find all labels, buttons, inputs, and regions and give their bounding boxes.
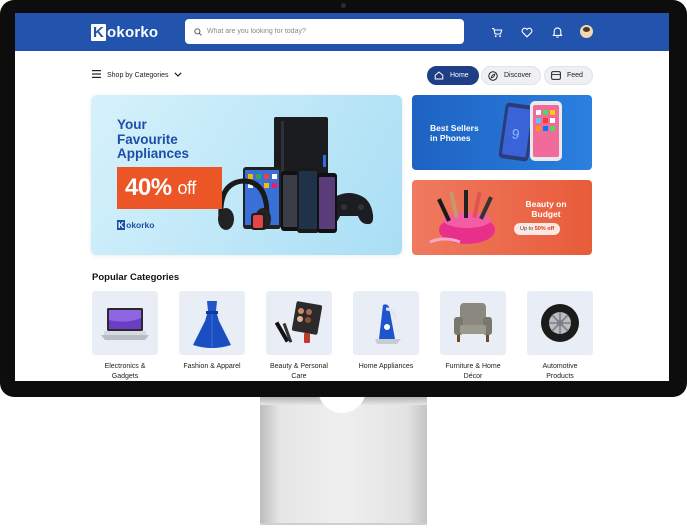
label-line-1: Beauty & Personal xyxy=(270,363,328,370)
search-icon xyxy=(194,23,202,41)
category-image xyxy=(353,291,419,355)
discount-value: 40% xyxy=(125,174,172,201)
category-label: Furniture & Home Décor xyxy=(440,362,506,381)
monitor-stand xyxy=(260,397,427,525)
sub-navigation-bar: Shop by Categories Home Discover Feed xyxy=(15,65,669,87)
cart-icon[interactable] xyxy=(490,25,504,39)
category-home-appliances[interactable]: Home Appliances xyxy=(353,291,419,372)
nav-discover-label: Discover xyxy=(504,72,532,79)
category-electronics[interactable]: Electronics & Gadgets xyxy=(92,291,158,381)
logo-k: K xyxy=(91,24,107,41)
feed-icon xyxy=(551,71,561,80)
category-label: Beauty & Personal Care xyxy=(266,362,332,381)
promo-card-beauty[interactable]: Beauty on Budget Up to 50% off xyxy=(412,180,592,255)
nav-feed-label: Feed xyxy=(567,72,583,79)
label-line-1: Home Appliances xyxy=(358,363,414,370)
category-image xyxy=(440,291,506,355)
heart-icon[interactable] xyxy=(520,25,534,39)
nav-feed[interactable]: Feed xyxy=(544,66,593,85)
menu-icon xyxy=(92,70,101,80)
hero-brand-logo: Kokorko xyxy=(117,220,154,230)
logo-text: okorko xyxy=(107,24,159,41)
promo-beauty-line-1: Beauty on xyxy=(525,199,567,209)
category-fashion[interactable]: Fashion & Apparel xyxy=(179,291,245,372)
nav-home[interactable]: Home xyxy=(427,66,479,85)
top-navigation-bar: Kokorko xyxy=(15,13,669,51)
discount-badge: 40% off xyxy=(117,167,222,209)
category-label: Automotive Products xyxy=(527,362,593,381)
hero-line-3: Appliances xyxy=(117,146,190,161)
brand-logo[interactable]: Kokorko xyxy=(91,24,158,41)
label-line-2: Care xyxy=(291,372,307,380)
chevron-down-icon xyxy=(174,71,183,79)
search-bar[interactable] xyxy=(185,19,464,44)
category-label: Fashion & Apparel xyxy=(179,362,245,372)
avatar[interactable] xyxy=(580,25,593,38)
compass-icon xyxy=(488,70,498,81)
promo-phones-line-1: Best Sellers xyxy=(430,123,479,133)
nav-discover[interactable]: Discover xyxy=(481,66,542,85)
category-label: Electronics & Gadgets xyxy=(92,362,158,381)
webcam xyxy=(341,3,346,8)
hero-logo-text: okorko xyxy=(126,220,155,230)
promo-beauty-line-2: Budget xyxy=(531,209,561,219)
hero-banner[interactable]: Your Favourite Appliances 40% off Kokorko xyxy=(91,95,402,255)
label-line-1: Automotive xyxy=(542,363,578,370)
category-image xyxy=(527,291,593,355)
promo-beauty-title: Beauty on Budget xyxy=(516,199,576,219)
label-line-2: Décor xyxy=(463,372,483,380)
popular-categories-title: Popular Categories xyxy=(92,272,180,283)
hero-logo-k: K xyxy=(117,220,126,230)
label-line-2: Gadgets xyxy=(111,372,139,380)
shop-by-categories-label: Shop by Categories xyxy=(107,71,169,79)
label-line-1: Fashion & Apparel xyxy=(183,363,241,370)
pill-value: 50% off xyxy=(534,226,555,232)
label-line-2: Products xyxy=(546,372,574,380)
label-line-1: Furniture & Home xyxy=(445,363,501,370)
monitor-bezel: Kokorko What are you looking for today? … xyxy=(0,0,687,397)
bell-icon[interactable] xyxy=(550,25,564,39)
promo-beauty-discount-pill: Up to 50% off xyxy=(514,223,561,235)
category-automotive[interactable]: Automotive Products xyxy=(527,291,593,381)
browser-screen: Kokorko What are you looking for today? … xyxy=(15,13,669,381)
category-image xyxy=(179,291,245,355)
discount-suffix: off xyxy=(177,177,197,198)
label-line-1: Electronics & xyxy=(104,363,146,370)
shop-by-categories-menu[interactable]: Shop by Categories xyxy=(92,70,183,80)
promo-card-phones[interactable]: 9 Best Sellers in Phones xyxy=(412,95,592,170)
category-furniture[interactable]: Furniture & Home Décor xyxy=(440,291,506,381)
home-icon xyxy=(434,71,444,80)
category-image xyxy=(92,291,158,355)
hero-headline: Your Favourite Appliances xyxy=(117,117,227,162)
nav-home-label: Home xyxy=(450,72,469,79)
hero-line-1: Your xyxy=(117,117,147,132)
search-input[interactable] xyxy=(207,28,447,35)
pill-prefix: Up to xyxy=(520,226,534,232)
category-label: Home Appliances xyxy=(353,362,419,372)
category-beauty[interactable]: Beauty & Personal Care xyxy=(266,291,332,381)
promo-phones-line-2: in Phones xyxy=(430,133,471,143)
hero-line-2: Favourite xyxy=(117,131,178,147)
promo-phones-title: Best Sellers in Phones xyxy=(430,123,479,143)
category-image xyxy=(266,291,332,355)
